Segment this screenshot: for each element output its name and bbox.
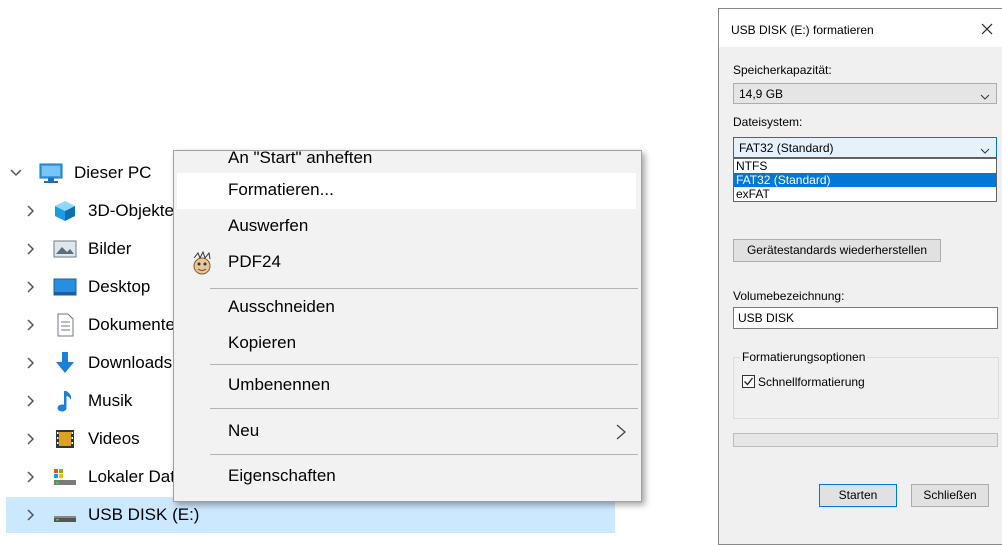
menu-item-ausschneiden[interactable]: Ausschneiden <box>174 290 641 326</box>
chevron-down-icon <box>980 144 990 158</box>
capacity-value: 14,9 GB <box>739 87 784 101</box>
tree-item-label: Bilder <box>88 239 132 258</box>
tree-item-label: 3D-Objekte <box>88 201 174 220</box>
tree-item-label: Downloads <box>88 353 173 372</box>
music-note-icon <box>52 389 78 413</box>
tree-item-label: USB DISK (E:) <box>88 505 200 524</box>
filesystem-dropdown-list: NTFS FAT32 (Standard) exFAT <box>733 158 997 202</box>
menu-item-label: An "Start" anheften <box>228 150 373 167</box>
close-icon[interactable] <box>977 19 997 39</box>
chevron-right-icon[interactable] <box>24 280 36 294</box>
menu-item-neu[interactable]: Neu <box>174 414 641 450</box>
volume-name-value: USB DISK <box>738 311 795 325</box>
capacity-select[interactable]: 14,9 GB <box>733 83 997 104</box>
menu-item-label: Umbenennen <box>228 375 331 394</box>
chevron-right-icon[interactable] <box>24 394 36 408</box>
menu-separator <box>210 288 638 289</box>
menu-item-label: Neu <box>228 421 260 440</box>
video-folder-icon <box>52 427 78 451</box>
menu-separator <box>210 364 638 365</box>
menu-item-label: PDF24 <box>228 252 281 271</box>
desktop-folder-icon <box>52 275 78 299</box>
menu-item-umbenennen[interactable]: Umbenennen <box>174 368 641 404</box>
menu-separator <box>210 408 638 409</box>
restore-defaults-button[interactable]: Gerätestandards wiederherstellen <box>733 239 941 262</box>
filesystem-label: Dateisystem: <box>733 115 803 129</box>
chevron-right-icon[interactable] <box>24 356 36 370</box>
menu-item-label: Auswerfen <box>228 216 309 235</box>
tree-item-usb-disk[interactable]: USB DISK (E:) <box>6 497 615 533</box>
tree-item-label: Videos <box>88 429 140 448</box>
pdf24-icon <box>188 250 216 276</box>
dialog-title-bar[interactable]: USB DISK (E:) formatieren <box>719 9 1002 47</box>
menu-item-formatieren[interactable]: Formatieren... <box>177 173 636 209</box>
download-arrow-icon <box>52 351 78 375</box>
menu-item-auswerfen[interactable]: Auswerfen <box>174 209 641 245</box>
dropdown-option-fat32[interactable]: FAT32 (Standard) <box>734 173 996 187</box>
local-disk-icon <box>52 465 78 489</box>
format-options-group: Formatierungsoptionen Schnellformatierun… <box>733 350 999 419</box>
format-dialog: USB DISK (E:) formatieren Speicherkapazi… <box>718 8 1002 545</box>
chevron-right-icon[interactable] <box>24 242 36 256</box>
tree-item-label: Desktop <box>88 277 151 296</box>
chevron-right-icon <box>615 423 627 446</box>
quick-format-checkbox[interactable] <box>742 375 755 388</box>
monitor-icon <box>38 161 64 185</box>
tree-item-label: Dokumente <box>88 315 175 334</box>
filesystem-select[interactable]: FAT32 (Standard) <box>733 137 997 158</box>
tree-item-label: Musik <box>88 391 133 410</box>
chevron-right-icon[interactable] <box>24 508 36 522</box>
chevron-down-icon[interactable] <box>10 166 22 180</box>
volume-name-input[interactable]: USB DISK <box>733 307 998 329</box>
menu-item-label: Formatieren... <box>228 180 334 199</box>
usb-drive-icon <box>52 503 78 527</box>
menu-item-label: Eigenschaften <box>228 466 336 485</box>
close-button[interactable]: Schließen <box>911 484 989 507</box>
documents-folder-icon <box>52 313 78 337</box>
menu-item-kopieren[interactable]: Kopieren <box>174 326 641 362</box>
menu-item-pdf24[interactable]: PDF24 <box>174 245 641 281</box>
chevron-right-icon[interactable] <box>24 318 36 332</box>
format-progress-bar <box>733 433 998 447</box>
capacity-label: Speicherkapazität: <box>733 63 832 77</box>
menu-item-label: Kopieren <box>228 333 297 352</box>
menu-item-eigenschaften[interactable]: Eigenschaften <box>174 459 641 495</box>
cube-3d-icon <box>52 199 78 223</box>
format-options-label: Formatierungsoptionen <box>740 350 868 364</box>
start-button[interactable]: Starten <box>819 484 897 507</box>
chevron-right-icon[interactable] <box>24 204 36 218</box>
dialog-title: USB DISK (E:) formatieren <box>731 23 874 37</box>
chevron-down-icon <box>980 90 990 104</box>
volume-label: Volumebezeichnung: <box>733 289 845 303</box>
context-menu: An "Start" anheften Formatieren... Auswe… <box>173 150 642 502</box>
pictures-folder-icon <box>52 237 78 261</box>
quick-format-label[interactable]: Schnellformatierung <box>758 375 865 389</box>
filesystem-value: FAT32 (Standard) <box>739 141 834 155</box>
menu-separator <box>210 454 638 455</box>
dropdown-option-ntfs[interactable]: NTFS <box>734 159 996 173</box>
chevron-right-icon[interactable] <box>24 470 36 484</box>
tree-item-label: Dieser PC <box>74 163 152 182</box>
dropdown-option-exfat[interactable]: exFAT <box>734 187 996 201</box>
chevron-right-icon[interactable] <box>24 432 36 446</box>
menu-item-label: Ausschneiden <box>228 297 335 316</box>
